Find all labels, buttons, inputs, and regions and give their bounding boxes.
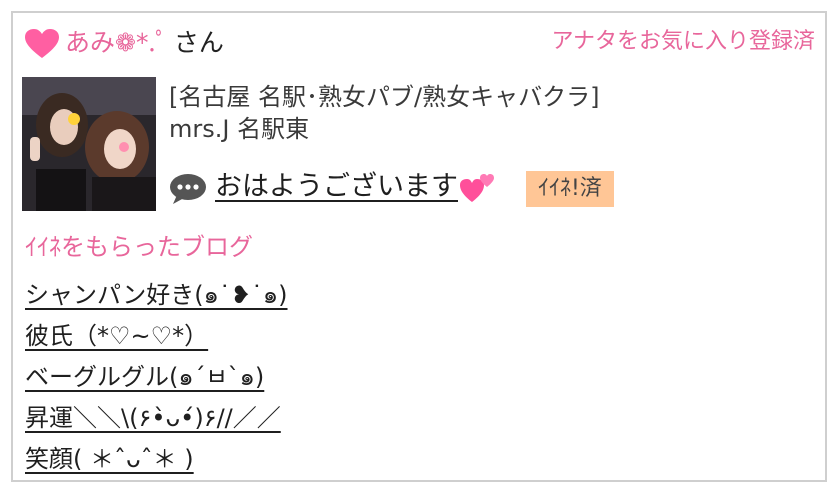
card-header: あみ❁*.ﾟ さん アナタをお気に入り登録済 <box>25 25 815 61</box>
profile-photo[interactable] <box>22 77 156 211</box>
photo-placeholder-art <box>22 77 156 211</box>
user-name-text[interactable]: あみ❁*.ﾟ <box>65 28 168 57</box>
shop-info: [名古屋 名駅･熟女パブ/熟女キャバクラ] mrs.J 名駅東 <box>169 81 815 145</box>
message-row: おはようございます ｲｲﾈ!済 <box>169 167 769 211</box>
liked-blog-section-title: ｲｲﾈをもらったブログ <box>25 233 253 261</box>
blog-post-link[interactable]: 昇運＼＼\(۶•̀ᴗ•́)۶//／／ <box>25 398 288 439</box>
two-hearts-icon <box>460 173 494 202</box>
heart-icon <box>25 29 59 58</box>
liked-blog-list: シャンパン好き(๑˙❥˙๑) 彼氏（*♡~♡*） ベーグルグル(๑´ㅂ`๑) 昇… <box>25 275 288 480</box>
user-card: あみ❁*.ﾟ さん アナタをお気に入り登録済 [名古屋 名駅･熟女パブ/熟女キャバ… <box>11 11 827 482</box>
blog-post-link[interactable]: 笑顔( ＊ˆᴗˆ＊ ) <box>25 439 288 480</box>
shop-category[interactable]: [名古屋 名駅･熟女パブ/熟女キャバクラ] <box>169 81 815 113</box>
message-link[interactable]: おはようございます <box>215 169 496 205</box>
blog-post-link[interactable]: 彼氏（*♡~♡*） <box>25 316 288 357</box>
like-done-badge[interactable]: ｲｲﾈ!済 <box>526 171 614 207</box>
user-name[interactable]: あみ❁*.ﾟ さん <box>65 25 224 61</box>
blog-post-link[interactable]: シャンパン好き(๑˙❥˙๑) <box>25 275 288 316</box>
honorific: さん <box>173 28 224 57</box>
shop-name[interactable]: mrs.J 名駅東 <box>169 113 815 145</box>
message-text[interactable]: おはようございます <box>215 171 458 202</box>
blog-post-link[interactable]: ベーグルグル(๑´ㅂ`๑) <box>25 357 288 398</box>
favorite-status: アナタをお気に入り登録済 <box>551 29 815 54</box>
speech-bubble-icon <box>170 174 206 204</box>
